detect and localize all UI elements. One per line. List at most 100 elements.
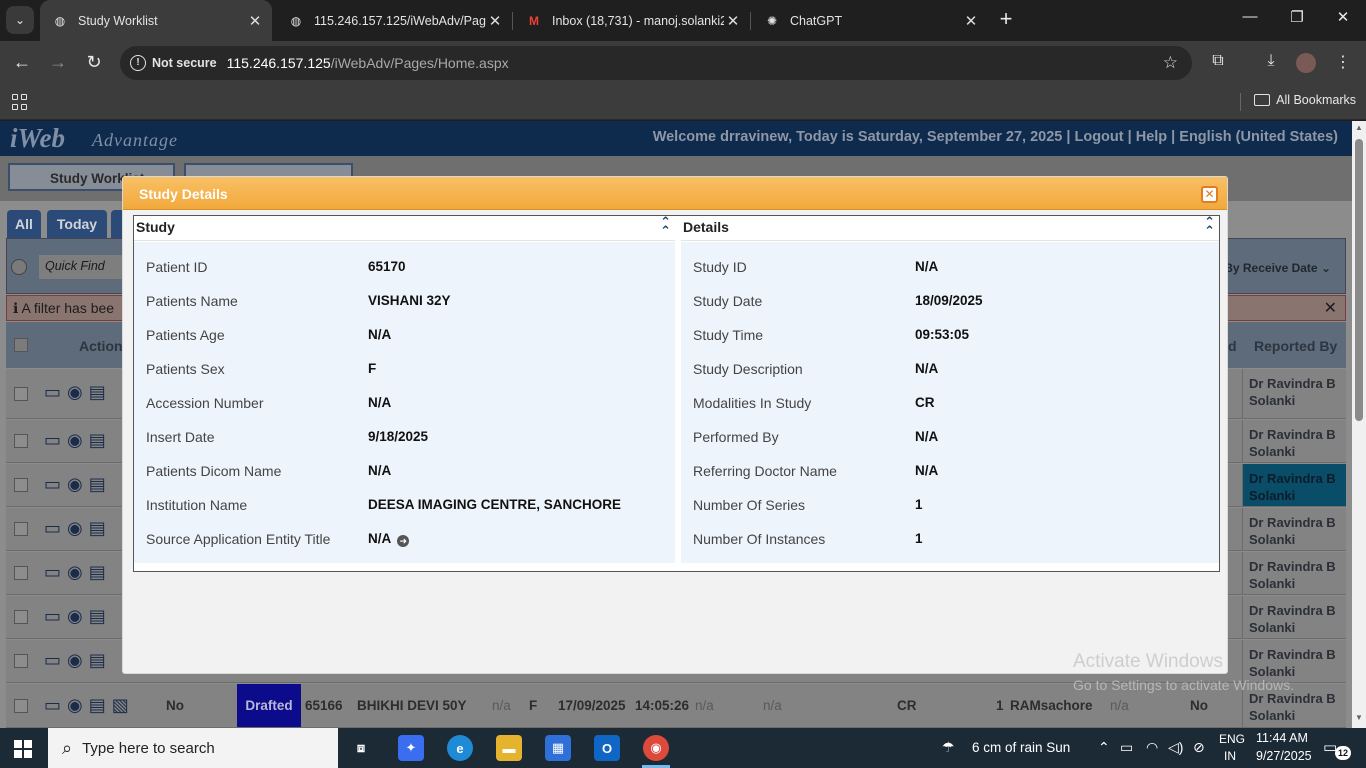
not-secure-label: Not secure <box>152 56 217 70</box>
filter-tab-all[interactable]: All <box>7 210 41 238</box>
close-tab-icon[interactable]: ✕ <box>724 12 742 30</box>
collapse-chevron-icon[interactable]: ⌃ ⌃ <box>1204 215 1215 237</box>
row-checkbox[interactable] <box>14 434 28 448</box>
tab-gmail[interactable]: M Inbox (18,731) - manoj.solanki2 ✕ <box>514 0 750 41</box>
printed-cell: No <box>166 698 184 713</box>
tab-title: Inbox (18,731) - manoj.solanki2 <box>552 13 724 28</box>
address-bar[interactable]: ! Not secure 115.246.157.125/iWebAdv/Pag… <box>120 46 1192 80</box>
row-action-icons[interactable]: ▭◉▤ <box>44 650 112 671</box>
age-cell: n/a <box>492 698 511 713</box>
start-button[interactable] <box>14 740 32 758</box>
row-action-icons[interactable]: ▭◉▤ <box>44 518 112 539</box>
row-checkbox[interactable] <box>14 387 28 401</box>
outlook-icon[interactable]: O <box>594 735 620 761</box>
wifi-icon[interactable]: ◠ <box>1146 739 1158 756</box>
chrome-icon[interactable]: ◉ <box>643 735 669 761</box>
taskbar-search-box[interactable]: ⌕ Type here to search <box>48 728 338 768</box>
close-tab-icon[interactable]: ✕ <box>486 12 504 30</box>
collapse-chevron-icon[interactable]: ⌃ ⌃ <box>660 215 671 237</box>
browser-toolbar: ← → ↻ ! Not secure 115.246.157.125/iWebA… <box>0 41 1366 85</box>
tab-iwebadv[interactable]: ◍ 115.246.157.125/iWebAdv/Page ✕ <box>276 0 512 41</box>
clock-date[interactable]: 9/27/2025 <box>1256 749 1312 763</box>
language-indicator[interactable]: ENG <box>1219 732 1245 746</box>
field-value: CR <box>915 395 935 410</box>
select-all-checkbox[interactable] <box>14 338 28 352</box>
site-security-chip[interactable]: ! Not secure <box>128 55 227 71</box>
all-bookmarks-button[interactable]: All Bookmarks <box>1254 93 1356 107</box>
row-checkbox[interactable] <box>14 610 28 624</box>
minimize-icon[interactable]: — <box>1237 8 1263 32</box>
weather-text[interactable]: 6 cm of rain Sun <box>972 740 1070 755</box>
field-value: 18/09/2025 <box>915 293 983 308</box>
tab-chatgpt[interactable]: ✺ ChatGPT ✕ <box>752 0 988 41</box>
row-action-icons[interactable]: ▭◉▤▧ <box>44 695 135 716</box>
sort-by-dropdown[interactable]: By Receive Date ⌄ <box>1224 261 1331 275</box>
region-indicator[interactable]: IN <box>1224 749 1236 763</box>
expand-filter-icon[interactable] <box>11 259 27 275</box>
row-action-icons[interactable]: ▭◉▤ <box>44 562 112 583</box>
row-checkbox[interactable] <box>14 699 28 713</box>
close-tab-icon[interactable]: ✕ <box>962 12 980 30</box>
forward-arrow-icon[interactable]: → <box>46 51 70 75</box>
task-view-icon[interactable]: ⧈ <box>348 735 374 761</box>
field-value: N/A <box>915 463 939 478</box>
row-checkbox[interactable] <box>14 654 28 668</box>
study-details-dialog: Study Details ✕ Study ⌃ ⌃ Patient ID 65170… <box>122 176 1228 674</box>
help-link[interactable]: Help <box>1136 129 1167 145</box>
store-icon[interactable]: ▦ <box>545 735 571 761</box>
field-row: Patients Name VISHANI 32Y <box>134 293 675 313</box>
reload-icon[interactable]: ↻ <box>82 51 106 75</box>
weather-icon[interactable]: ☂ <box>942 739 955 756</box>
tab-search-chevron-icon[interactable]: ⌄ <box>6 6 34 34</box>
scroll-down-arrow-icon[interactable]: ▼ <box>1354 713 1364 722</box>
row-checkbox[interactable] <box>14 478 28 492</box>
clock-time[interactable]: 11:44 AM <box>1256 731 1308 745</box>
tab-study-worklist[interactable]: ◍ Study Worklist ✕ <box>40 0 272 41</box>
field-label: Patients Sex <box>146 361 225 377</box>
row-checkbox[interactable] <box>14 522 28 536</box>
filter-tab-today[interactable]: Today <box>47 210 107 238</box>
extensions-icon[interactable]: ⧉ <box>1207 52 1229 74</box>
modality-cell: CR <box>897 698 917 713</box>
url-host: 115.246.157.125 <box>226 55 331 71</box>
quick-find-input[interactable]: Quick Find <box>39 255 129 279</box>
row-checkbox[interactable] <box>14 566 28 580</box>
restore-icon[interactable]: ❐ <box>1284 8 1310 32</box>
chevron-up-icon[interactable]: ⌃ <box>1098 739 1110 756</box>
volume-icon[interactable]: ◁) <box>1168 739 1183 756</box>
profile-avatar[interactable] <box>1296 53 1316 73</box>
row-action-icons[interactable]: ▭◉▤ <box>44 382 112 403</box>
apps-grid-icon[interactable] <box>12 94 28 110</box>
tab-title: 115.246.157.125/iWebAdv/Page <box>314 13 486 28</box>
scroll-up-arrow-icon[interactable]: ▲ <box>1354 123 1364 132</box>
search-icon: ⌕ <box>62 737 73 758</box>
edge-icon[interactable]: e <box>447 735 473 761</box>
bookmark-star-icon[interactable]: ☆ <box>1163 53 1178 73</box>
menu-kebab-icon[interactable]: ⋮ <box>1332 52 1354 74</box>
reported-by-cell: Dr Ravindra B Solanki <box>1242 552 1346 594</box>
download-icon[interactable]: ⤓ <box>1260 52 1282 74</box>
network-off-icon[interactable]: ⊘ <box>1193 739 1205 756</box>
row-action-icons[interactable]: ▭◉▤ <box>44 474 112 495</box>
close-tab-icon[interactable]: ✕ <box>246 12 264 30</box>
page-scrollbar[interactable]: ▲ ▼ <box>1352 121 1366 728</box>
battery-icon[interactable]: ▭ <box>1120 739 1133 756</box>
reported-by-header[interactable]: Reported By <box>1254 338 1337 354</box>
file-explorer-icon[interactable]: ▬ <box>496 735 522 761</box>
arrow-circle-icon[interactable]: ➜ <box>397 535 410 547</box>
gmail-icon: M <box>529 13 539 28</box>
new-tab-button[interactable]: + <box>994 8 1018 32</box>
language-link[interactable]: English (United States) <box>1179 129 1338 145</box>
notifications-icon[interactable]: ▭ 12 <box>1323 738 1351 760</box>
row-action-icons[interactable]: ▭◉▤ <box>44 606 112 627</box>
globe-icon: ◍ <box>54 13 66 28</box>
scrollbar-thumb[interactable] <box>1355 139 1363 421</box>
close-dialog-button[interactable]: ✕ <box>1201 186 1218 203</box>
logout-link[interactable]: Logout <box>1074 129 1123 145</box>
copilot-icon[interactable]: ✦ <box>398 735 424 761</box>
back-arrow-icon[interactable]: ← <box>10 51 34 75</box>
close-window-icon[interactable]: ✕ <box>1330 8 1356 32</box>
row-action-icons[interactable]: ▭◉▤ <box>44 430 112 451</box>
details-panel-header: Details ⌃ ⌃ <box>681 215 1219 241</box>
dismiss-notice-icon[interactable]: ✕ <box>1324 298 1337 318</box>
